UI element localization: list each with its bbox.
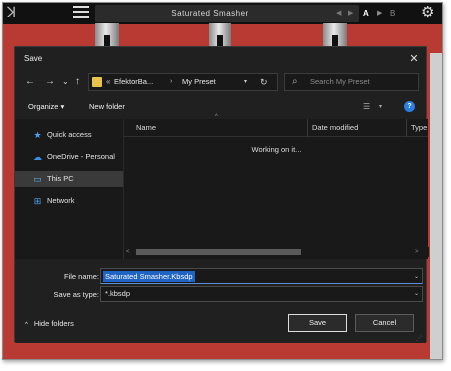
file-name-field[interactable]: Saturated Smasher.Kbsdp ⌄ xyxy=(100,268,423,284)
cloud-icon: ☁ xyxy=(33,152,42,162)
sidebar-item-label: This PC xyxy=(47,174,74,183)
file-name-value: Saturated Smasher.Kbsdp xyxy=(103,271,195,282)
plugin-side-strip xyxy=(430,53,442,359)
navigation-pane: ★ Quick access ☁ OneDrive - Personal ▭ T… xyxy=(15,119,123,259)
sidebar-item-label: OneDrive - Personal xyxy=(47,152,115,161)
column-header-name[interactable]: Name xyxy=(132,119,156,137)
view-options-icon[interactable]: ☰ xyxy=(363,97,370,117)
search-input[interactable]: ⌕ Search My Preset xyxy=(284,73,419,91)
save-dialog: Save ✕ ← → ⌄ ↑ « EfektorBa... › My Prese… xyxy=(14,46,429,343)
sidebar-item-this-pc[interactable]: ▭ This PC xyxy=(15,171,123,187)
search-icon: ⌕ xyxy=(292,76,298,87)
plugin-top-bar: ꓘ Saturated Smasher ◀ ▶ A ▶ B ⚙ xyxy=(3,3,442,24)
computer-icon: ▭ xyxy=(33,174,42,184)
dialog-title: Save xyxy=(24,54,43,63)
list-header: ^ Name Date modified Type xyxy=(124,114,428,137)
preset-selector[interactable]: Saturated Smasher ◀ ▶ xyxy=(95,5,359,22)
chevron-down-icon[interactable]: ⌄ xyxy=(414,269,419,285)
horizontal-scrollbar[interactable]: < > xyxy=(124,247,429,257)
hamburger-menu-icon[interactable] xyxy=(73,6,89,20)
help-icon[interactable]: ? xyxy=(404,101,415,112)
save-form: File name: Saturated Smasher.Kbsdp ⌄ Sav… xyxy=(15,259,426,343)
recent-locations-icon[interactable]: ⌄ xyxy=(62,71,69,93)
previous-preset-button[interactable]: ◀ xyxy=(336,5,341,22)
up-arrow-icon[interactable]: ↑ xyxy=(75,71,80,93)
address-bar[interactable]: « EfektorBa... › My Preset ▾ ↻ xyxy=(88,73,278,91)
chevron-up-icon: ^ xyxy=(25,322,28,328)
hide-folders-label: Hide folders xyxy=(33,319,74,328)
network-icon: ⊞ xyxy=(33,196,42,206)
cancel-button[interactable]: Cancel xyxy=(355,314,414,332)
save-as-type-value: *.kbsdp xyxy=(105,289,131,298)
loading-status: Working on it... xyxy=(251,145,302,154)
chevron-down-icon[interactable]: ▾ xyxy=(379,97,382,117)
breadcrumb-separator[interactable]: › xyxy=(170,74,172,90)
sidebar-item-quick-access[interactable]: ★ Quick access xyxy=(15,127,123,143)
search-placeholder: Search My Preset xyxy=(310,77,370,86)
dialog-toolbar: Organize ▾ New folder ☰ ▾ ? xyxy=(15,97,426,117)
sort-arrow-icon: ^ xyxy=(215,114,218,120)
sidebar-item-network[interactable]: ⊞ Network xyxy=(15,193,123,209)
back-arrow-icon[interactable]: ← xyxy=(25,71,35,93)
column-header-type[interactable]: Type xyxy=(406,119,427,137)
save-button[interactable]: Save xyxy=(288,314,347,332)
save-as-type-label: Save as type: xyxy=(53,290,99,299)
organize-button[interactable]: Organize ▾ xyxy=(28,97,64,117)
chevron-down-icon[interactable]: ⌄ xyxy=(414,287,419,301)
gear-icon[interactable]: ⚙ xyxy=(421,4,434,22)
star-icon: ★ xyxy=(33,130,42,140)
ab-copy-button[interactable]: ▶ xyxy=(377,5,382,22)
hide-folders-button[interactable]: ^ Hide folders xyxy=(25,317,74,332)
breadcrumb-item[interactable]: EfektorBa... xyxy=(114,74,153,90)
sidebar-item-label: Quick access xyxy=(47,130,92,139)
ab-slot-b-button[interactable]: B xyxy=(390,5,395,22)
close-button[interactable]: ✕ xyxy=(406,51,422,67)
dialog-title-bar: Save ✕ xyxy=(15,47,426,71)
resize-grip-icon[interactable]: ⋰ xyxy=(416,336,422,342)
breadcrumb-overflow[interactable]: « xyxy=(106,74,110,90)
sidebar-item-label: Network xyxy=(47,196,75,205)
column-header-date-modified[interactable]: Date modified xyxy=(307,119,358,137)
file-list[interactable]: ^ Name Date modified Type Working on it.… xyxy=(123,114,429,259)
navigation-bar: ← → ⌄ ↑ « EfektorBa... › My Preset ▾ ↻ ⌕… xyxy=(15,71,426,93)
new-folder-button[interactable]: New folder xyxy=(89,97,125,117)
folder-icon xyxy=(92,77,102,87)
chevron-down-icon[interactable]: ▾ xyxy=(244,74,247,90)
forward-arrow-icon[interactable]: → xyxy=(45,71,55,93)
brand-logo-icon: ꓘ xyxy=(7,5,17,21)
sidebar-item-onedrive[interactable]: ☁ OneDrive - Personal xyxy=(15,149,123,165)
preset-name: Saturated Smasher xyxy=(171,9,249,18)
ab-slot-a-button[interactable]: A xyxy=(363,5,369,22)
save-as-type-select[interactable]: *.kbsdp ⌄ xyxy=(100,286,423,302)
scrollbar-thumb[interactable] xyxy=(136,249,301,255)
file-name-label: File name: xyxy=(63,272,99,281)
refresh-icon[interactable]: ↻ xyxy=(260,74,268,90)
next-preset-button[interactable]: ▶ xyxy=(348,5,353,22)
scroll-left-icon[interactable]: < xyxy=(126,247,130,257)
scroll-right-icon[interactable]: > xyxy=(415,247,419,257)
breadcrumb-item[interactable]: My Preset xyxy=(182,74,216,90)
